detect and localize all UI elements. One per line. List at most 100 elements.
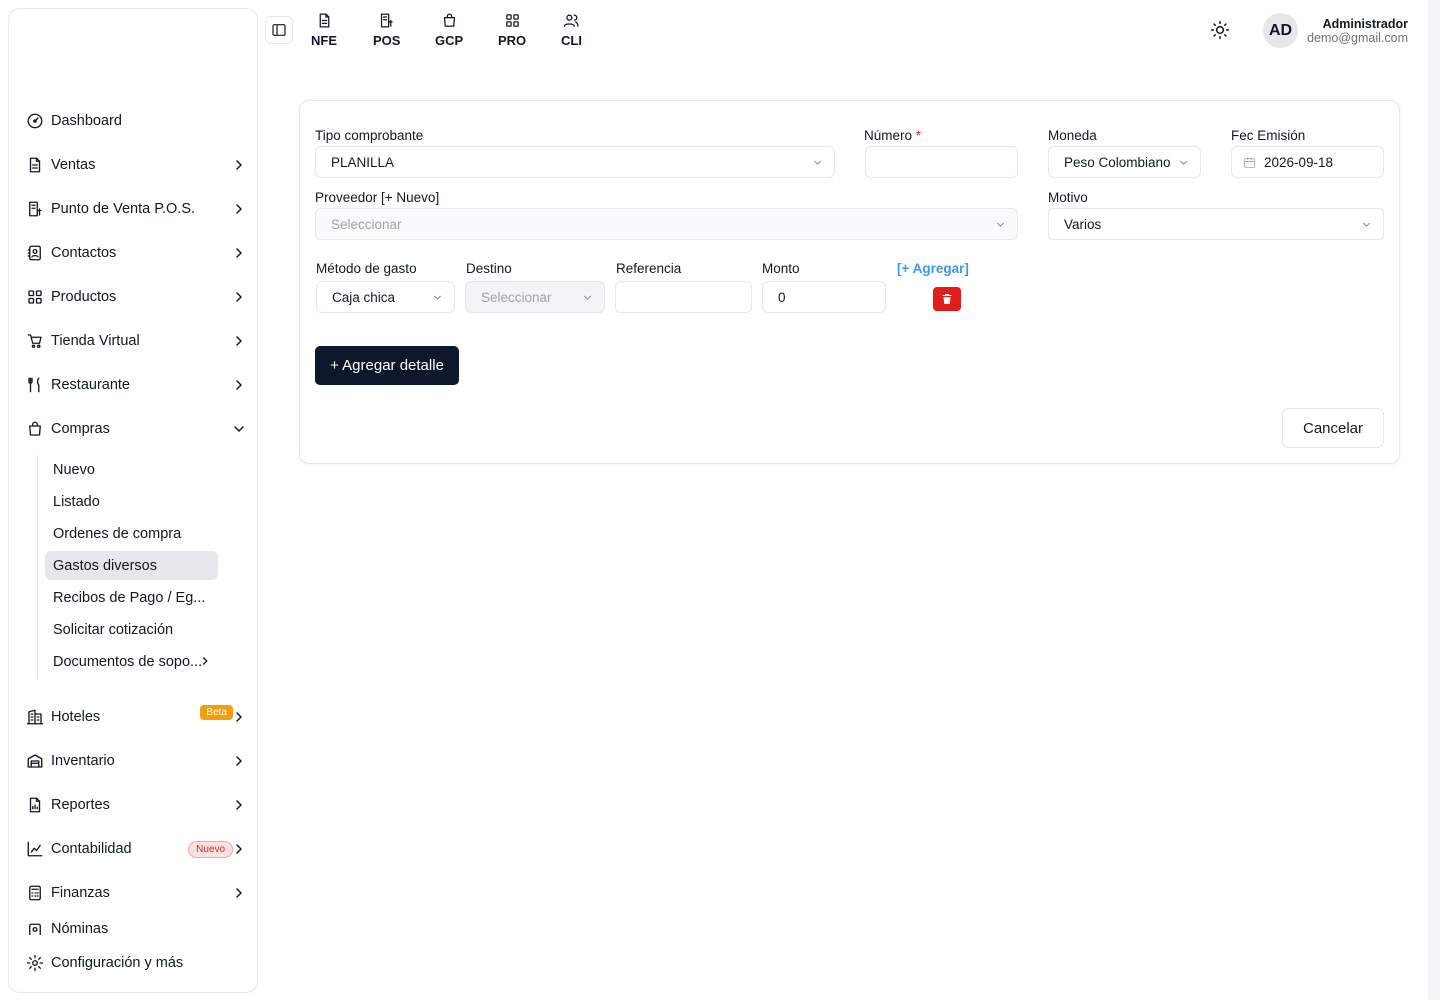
sidebar-item-finanzas[interactable]: Finanzas <box>25 877 247 909</box>
sidebar-item-ventas[interactable]: Ventas <box>25 149 247 181</box>
moneda-select[interactable]: Peso Colombiano <box>1048 146 1201 178</box>
agregar-metodo-link[interactable]: [+ Agregar] <box>897 261 969 276</box>
destino-label: Destino <box>466 261 512 276</box>
theme-toggle-button[interactable] <box>1208 18 1232 42</box>
submenu-item-nuevo[interactable]: Nuevo <box>38 455 217 484</box>
sun-icon <box>1210 20 1230 40</box>
quick-cli-button[interactable]: CLI <box>561 12 582 48</box>
expense-form-card: Tipo comprobante PLANILLA Número * Moned… <box>299 100 1400 464</box>
chevron-down-icon <box>231 421 247 437</box>
chevron-right-icon <box>231 797 247 813</box>
sidebar-item-nominas[interactable]: Nóminas <box>25 921 247 935</box>
numero-input[interactable] <box>865 146 1018 178</box>
shopping-bag-icon <box>25 419 45 439</box>
calculator-icon <box>25 883 45 903</box>
add-detail-button[interactable]: + Agregar detalle <box>315 346 459 385</box>
logo-area <box>9 9 257 99</box>
compras-submenu: Nuevo Listado Ordenes de compra Gastos d… <box>37 455 218 679</box>
sidebar-item-hoteles[interactable]: Hoteles Beta <box>25 701 247 733</box>
sidebar-item-label: Finanzas <box>51 885 110 901</box>
metodo-gasto-select[interactable]: Caja chica <box>316 281 455 313</box>
motivo-select[interactable]: Varios <box>1048 208 1384 240</box>
grid-icon <box>25 287 45 307</box>
sidebar-item-contactos[interactable]: Contactos <box>25 237 247 269</box>
sidebar-item-label: Tienda Virtual <box>51 333 140 349</box>
sidebar-item-compras[interactable]: Compras <box>25 413 247 445</box>
sidebar-item-label: Nóminas <box>51 921 109 935</box>
document-icon <box>319 13 329 28</box>
submenu-item-listado[interactable]: Listado <box>38 487 217 516</box>
chevron-down-icon <box>1360 218 1373 234</box>
document-icon <box>25 155 45 175</box>
chevron-right-icon <box>231 841 247 857</box>
cancel-button[interactable]: Cancelar <box>1282 408 1384 448</box>
grid-icon <box>505 14 519 27</box>
motivo-value: Varios <box>1064 216 1102 232</box>
proveedor-label[interactable]: Proveedor [+ Nuevo] <box>315 190 439 205</box>
quick-nfe-button[interactable]: NFE <box>311 12 337 48</box>
pos-icon <box>25 199 45 219</box>
quick-pos-button[interactable]: POS <box>373 12 400 48</box>
sidebar-item-label: Configuración y más <box>51 955 184 971</box>
sidebar-item-label: Dashboard <box>51 113 122 129</box>
chevron-down-icon <box>581 291 594 307</box>
sidebar: Dashboard Ventas Punto de Venta P.O.S. C… <box>8 8 258 993</box>
page-scrollbar[interactable] <box>1428 0 1440 1000</box>
sidebar-item-label: Inventario <box>51 753 115 769</box>
referencia-input[interactable] <box>615 281 752 313</box>
utensils-icon <box>25 375 45 395</box>
calendar-icon <box>1243 156 1256 169</box>
sidebar-item-contabilidad[interactable]: Contabilidad Nuevo <box>25 833 247 865</box>
nuevo-badge: Nuevo <box>188 841 233 858</box>
monto-input[interactable]: 0 <box>762 281 886 313</box>
monto-label: Monto <box>762 261 800 276</box>
sidebar-toggle-button[interactable] <box>265 16 293 44</box>
gear-icon <box>25 953 45 973</box>
fecha-emision-input[interactable]: 2026-09-18 <box>1231 146 1384 178</box>
quick-label: GCP <box>435 33 464 48</box>
contacts-icon <box>25 243 45 263</box>
chevron-right-icon <box>231 245 247 261</box>
submenu-item-recibos-pago[interactable]: Recibos de Pago / Eg... <box>38 583 217 612</box>
sidebar-item-pos[interactable]: Punto de Venta P.O.S. <box>25 193 247 225</box>
sidebar-item-reportes[interactable]: Reportes <box>25 789 247 821</box>
tipo-comprobante-select[interactable]: PLANILLA <box>315 146 835 178</box>
chevron-down-icon <box>994 218 1007 234</box>
quick-gcp-button[interactable]: GCP <box>435 12 463 48</box>
tipo-comprobante-label: Tipo comprobante <box>315 128 424 143</box>
destino-select[interactable]: Seleccionar <box>465 281 605 313</box>
avatar[interactable]: AD <box>1263 13 1298 48</box>
warehouse-icon <box>25 751 45 771</box>
chevron-right-icon <box>231 885 247 901</box>
metodo-gasto-label: Método de gasto <box>316 261 417 276</box>
sidebar-item-restaurante[interactable]: Restaurante <box>25 369 247 401</box>
moneda-value: Peso Colombiano <box>1064 154 1171 170</box>
submenu-item-ordenes-compra[interactable]: Ordenes de compra <box>38 519 217 548</box>
submenu-item-solicitar-cotizacion[interactable]: Solicitar cotización <box>38 615 217 644</box>
sidebar-item-label: Productos <box>51 289 117 305</box>
fecha-emision-value: 2026-09-18 <box>1264 154 1334 170</box>
motivo-label: Motivo <box>1048 190 1088 205</box>
numero-label: Número * <box>864 128 921 143</box>
referencia-label: Referencia <box>616 261 682 276</box>
users-icon <box>563 14 579 27</box>
sidebar-item-dashboard[interactable]: Dashboard <box>25 105 247 137</box>
proveedor-placeholder: Seleccionar <box>331 216 402 232</box>
quick-label: POS <box>373 33 401 48</box>
submenu-item-gastos-diversos[interactable]: Gastos diversos <box>45 551 218 580</box>
fecha-emision-label: Fec Emisión <box>1231 128 1306 143</box>
quick-pro-button[interactable]: PRO <box>498 12 526 48</box>
submenu-item-label: Documentos de sopo... <box>53 653 203 670</box>
submenu-item-documentos-soporte[interactable]: Documentos de sopo... <box>38 647 217 676</box>
sidebar-item-tienda-virtual[interactable]: Tienda Virtual <box>25 325 247 357</box>
quick-label: PRO <box>498 33 527 48</box>
shopping-bag-icon <box>443 13 455 27</box>
sidebar-item-inventario[interactable]: Inventario <box>25 745 247 777</box>
sidebar-item-configuracion[interactable]: Configuración y más <box>25 947 247 979</box>
proveedor-select[interactable]: Seleccionar <box>315 208 1018 240</box>
sidebar-item-productos[interactable]: Productos <box>25 281 247 313</box>
chevron-right-icon <box>231 201 247 217</box>
sidebar-item-label: Contabilidad <box>51 841 132 857</box>
quick-label: CLI <box>561 33 582 48</box>
delete-row-button[interactable] <box>933 287 961 311</box>
